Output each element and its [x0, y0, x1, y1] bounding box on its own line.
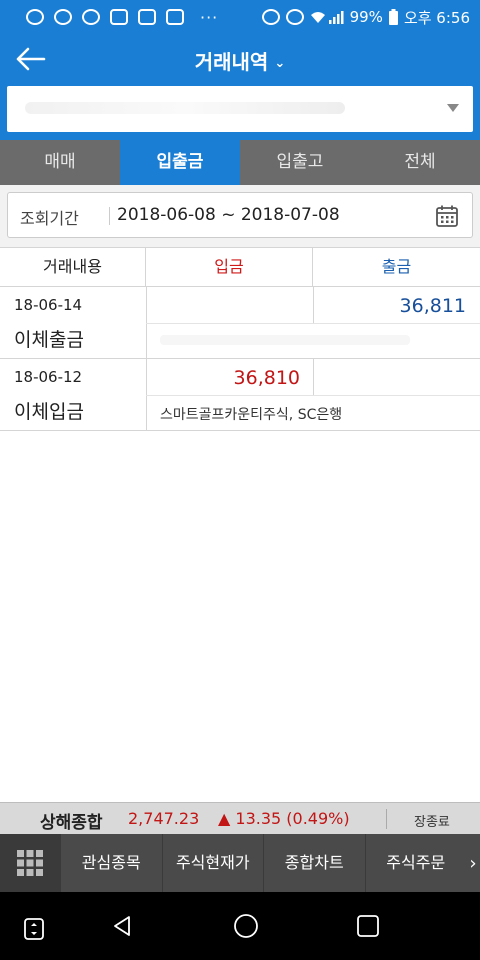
header-description: 거래내용: [0, 248, 146, 286]
tab-all[interactable]: 전체: [360, 140, 480, 185]
data-saver-icon: [261, 9, 280, 25]
period-range: 2018-06-08 ~ 2018-07-08: [117, 205, 340, 225]
account-dropdown[interactable]: [7, 86, 473, 132]
ticker-divider: [386, 809, 387, 829]
header-deposit: 입금: [146, 248, 313, 286]
period-divider: [109, 207, 110, 225]
row-type: 이체출금: [14, 329, 84, 351]
header-withdrawal: 출금: [381, 257, 412, 276]
index-ticker[interactable]: 상해종합 2,747.23 ▲ 13.35 (0.49%) 장종료: [0, 802, 480, 834]
system-nav-bar: [0, 892, 480, 960]
menu-stock-quote[interactable]: 주식현재가: [161, 834, 264, 892]
tab-deposit-withdrawal[interactable]: 입출금: [120, 140, 240, 185]
row-withdrawal: 36,811: [399, 295, 466, 317]
menu-chart[interactable]: 종합차트: [263, 834, 365, 892]
status-bar: ··· 99% 오후 6:56: [0, 0, 480, 34]
cell-divider: [146, 323, 480, 324]
menu-stock-order[interactable]: 주식주문: [364, 834, 467, 892]
period-area: 조회기간 2018-06-08 ~ 2018-07-08: [0, 185, 480, 247]
index-change: ▲ 13.35 (0.49%): [218, 809, 350, 828]
menu-watchlist[interactable]: 관심종목: [60, 834, 162, 892]
chrome-icon: [54, 9, 72, 25]
period-label: 조회기간: [20, 209, 79, 228]
calendar-notification-icon: [138, 9, 156, 25]
calendar-icon[interactable]: [435, 204, 459, 228]
cell-divider: [313, 359, 314, 395]
talk-icon: [82, 9, 100, 25]
chevron-right-icon[interactable]: ›: [466, 853, 480, 874]
bottom-menu: 관심종목 주식현재가 종합차트 주식주문 ›: [0, 834, 480, 892]
market-status: 장종료: [414, 815, 450, 830]
index-name: 상해종합: [40, 813, 103, 833]
more-notifications-icon: ···: [200, 7, 219, 27]
app-notification-icon: [26, 9, 44, 25]
period-selector[interactable]: 조회기간 2018-06-08 ~ 2018-07-08: [7, 192, 473, 238]
rotate-icon[interactable]: [24, 918, 44, 940]
alarm-icon: [285, 9, 304, 25]
recent-apps-icon[interactable]: [356, 914, 380, 938]
table-row[interactable]: 18-06-12 이체입금 36,810 스마트골프카운티주식, SC은행: [0, 359, 480, 431]
table-row[interactable]: 18-06-14 이체출금 36,811: [0, 287, 480, 359]
masked-account-number: [25, 102, 345, 114]
tab-bar: 매매 입출금 입출고 전체: [0, 140, 480, 185]
dropdown-arrow-icon: [447, 104, 459, 112]
battery-icon: [388, 9, 398, 25]
index-value: 2,747.23: [128, 809, 200, 828]
wifi-signal-icon: [310, 11, 344, 24]
row-memo: 스마트골프카운티주식, SC은행: [160, 407, 343, 423]
grid-menu-icon[interactable]: [0, 834, 60, 892]
home-icon[interactable]: [233, 913, 259, 939]
row-date: 18-06-12: [14, 368, 83, 386]
row-date: 18-06-14: [14, 296, 83, 314]
back-icon[interactable]: [110, 914, 134, 938]
card-icon: [166, 9, 184, 25]
row-type: 이체입금: [14, 401, 84, 423]
page-title-text: 거래내역: [194, 50, 269, 74]
app-header: 거래내역 ⌄: [0, 34, 480, 84]
cell-divider: [146, 395, 480, 396]
notification-icon: [110, 9, 128, 25]
table-header: 거래내용 입금 출금: [0, 247, 480, 287]
transaction-table: 거래내용 입금 출금 18-06-14 이체출금 36,811 18-06-12…: [0, 247, 480, 431]
chevron-down-icon: ⌄: [274, 56, 286, 71]
clock: 오후 6:56: [403, 8, 470, 27]
battery-percent: 99%: [349, 8, 383, 26]
account-selector-area: [0, 84, 480, 140]
masked-memo: [160, 335, 410, 345]
page-title[interactable]: 거래내역 ⌄: [0, 46, 480, 75]
tab-trade[interactable]: 매매: [0, 140, 120, 185]
row-deposit: 36,810: [233, 367, 300, 389]
tab-stock-transfer[interactable]: 입출고: [240, 140, 360, 185]
